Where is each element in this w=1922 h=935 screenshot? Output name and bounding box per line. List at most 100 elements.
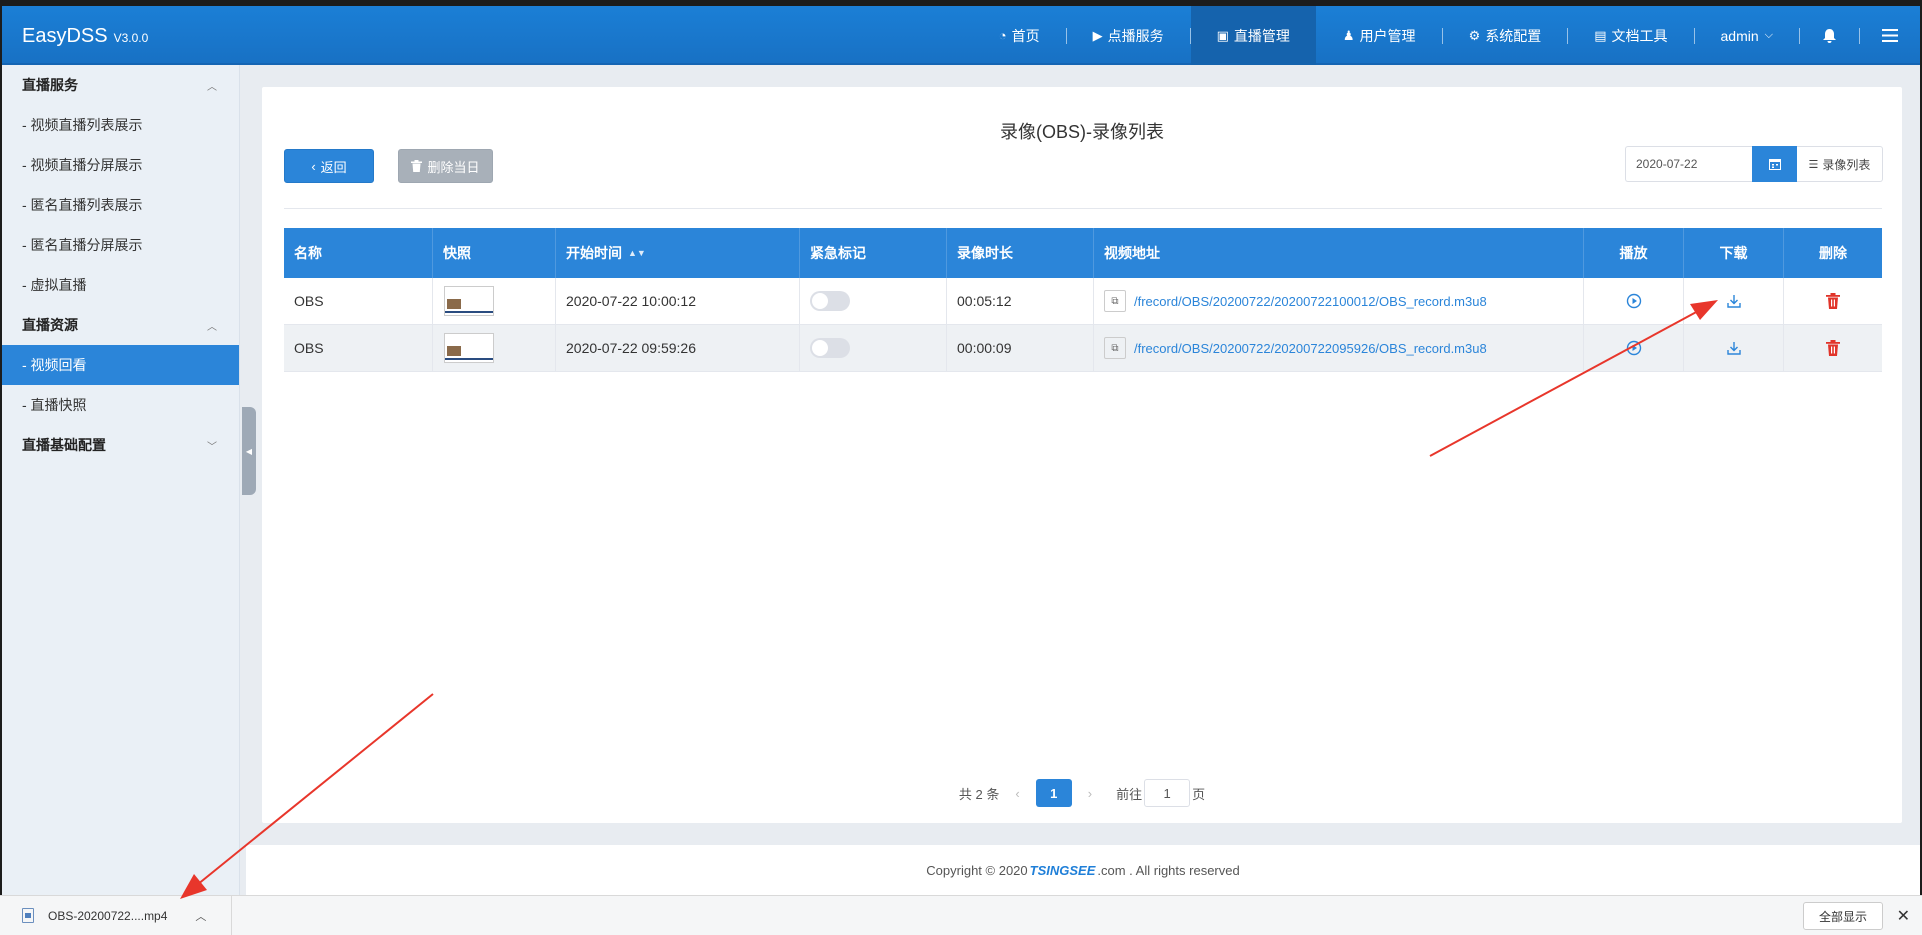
top-navbar: EasyDSS V3.0.0 ◔ 首页 ▶ 点播服务 ▣ 直播管理 ♟ 用户管理 [2,6,1920,65]
sidebar: 直播服务 ︿ - 视频直播列表展示 - 视频直播分屏展示 - 匿名直播列表展示 … [2,65,240,895]
tv-icon: ▣ [1216,27,1229,43]
next-page-icon[interactable]: › [1088,786,1092,801]
nav-item-live[interactable]: ▣ 直播管理 [1190,6,1316,65]
cell-urgent [800,325,947,371]
urgent-toggle[interactable] [810,338,850,358]
show-all-button[interactable]: 全部显示 [1803,902,1883,930]
calendar-button[interactable] [1752,146,1797,182]
pagination-goto: 前往 1 页 [1116,779,1205,807]
cell-delete [1784,325,1882,371]
nav-item-home[interactable]: ◔ 首页 [973,6,1066,65]
col-header-urgent: 紧急标记 [800,228,947,278]
download-bar: OBS-20200722....mp4 ︿ 全部显示 ✕ [0,895,1922,935]
col-header-name: 名称 [284,228,433,278]
sidebar-item-snapshots[interactable]: - 直播快照 [2,385,239,425]
back-button[interactable]: ‹ 返回 [284,149,374,183]
nav-label: 点播服务 [1107,27,1164,44]
chevron-up-icon[interactable]: ︿ [195,908,206,924]
footer-brand-logo[interactable]: TSINGSEE [1030,863,1096,878]
sidebar-group-label: 直播资源 [22,317,78,333]
urgent-toggle[interactable] [810,291,850,311]
nav-item-users[interactable]: ♟ 用户管理 [1317,6,1442,65]
trash-icon[interactable] [1826,340,1840,356]
footer: Copyright © 2020 TSINGSEE .com . All rig… [246,845,1920,895]
nav-menu: ◔ 首页 ▶ 点播服务 ▣ 直播管理 ♟ 用户管理 ⚙ 系统配置 ▤ 文档工具 … [973,6,1920,65]
book-icon: ▤ [1594,27,1607,43]
cell-start-time: 2020-07-22 09:59:26 [556,325,800,371]
goto-prefix: 前往 [1116,786,1143,802]
calendar-icon [1768,159,1781,170]
sidebar-item-playback[interactable]: - 视频回看 [2,345,239,385]
copy-icon[interactable]: ⧉ [1104,290,1126,312]
brand-version: V3.0.0 [113,31,149,45]
cell-url: ⧉ /frecord/OBS/20200722/20200722095926/O… [1094,325,1584,371]
cell-snapshot [433,325,556,371]
menu-toggle-button[interactable] [1860,6,1920,65]
sidebar-group-label: 直播基础配置 [22,437,106,453]
cell-download [1684,278,1784,324]
record-list-button[interactable]: ☰ 录像列表 [1797,146,1883,182]
cell-duration: 00:00:09 [947,325,1094,371]
divider [284,208,1882,209]
close-icon[interactable]: ✕ [1897,906,1910,926]
download-icon[interactable] [1726,293,1742,309]
sidebar-collapse-handle[interactable]: ◀ [242,407,256,495]
cell-url: ⧉ /frecord/OBS/20200722/20200722100012/O… [1094,278,1584,324]
pagination: 共 2 条 ‹ 1 › 前往 1 页 [262,779,1902,807]
notification-button[interactable] [1800,6,1859,65]
snapshot-thumbnail[interactable] [444,333,494,363]
nav-item-vod[interactable]: ▶ 点播服务 [1067,6,1190,65]
footer-prefix: Copyright © 2020 [926,862,1028,878]
col-header-play: 播放 [1584,228,1684,278]
nav-item-settings[interactable]: ⚙ 系统配置 [1443,6,1568,65]
page-number-current[interactable]: 1 [1035,779,1072,807]
snapshot-thumbnail[interactable] [444,286,494,316]
chevron-up-icon: ︿ [207,321,217,333]
play-circle-icon[interactable] [1626,293,1642,309]
sidebar-group-live-resources[interactable]: 直播资源 ︿ [2,305,239,345]
sidebar-group-label: 直播服务 [22,77,78,93]
prev-page-icon[interactable]: ‹ [1015,786,1019,801]
brand-logo[interactable]: EasyDSS V3.0.0 [22,25,148,48]
page-jump-input[interactable]: 1 [1144,779,1191,807]
col-header-url: 视频地址 [1094,228,1584,278]
delete-day-button[interactable]: 删除当日 [398,149,493,183]
cell-download [1684,325,1784,371]
col-header-duration: 录像时长 [947,228,1094,278]
sidebar-item-anon-list[interactable]: - 匿名直播列表展示 [2,185,239,225]
copy-icon[interactable]: ⧉ [1104,337,1126,359]
cell-duration: 00:05:12 [947,278,1094,324]
trash-icon[interactable] [1826,293,1840,309]
nav-item-docs[interactable]: ▤ 文档工具 [1568,6,1693,65]
cell-urgent [800,278,947,324]
video-url-link[interactable]: /frecord/OBS/20200722/20200722095926/OBS… [1134,341,1487,356]
download-item[interactable]: OBS-20200722....mp4 ︿ [0,895,232,935]
play-circle-icon[interactable] [1626,340,1642,356]
file-icon [22,908,34,923]
nav-label: 直播管理 [1233,27,1290,44]
col-header-snapshot: 快照 [433,228,556,278]
download-icon[interactable] [1726,340,1742,356]
nav-label: 文档工具 [1611,27,1668,44]
user-menu[interactable]: admin ⌵ [1695,6,1799,65]
record-list-label: 录像列表 [1822,157,1871,172]
video-url-link[interactable]: /frecord/OBS/20200722/20200722100012/OBS… [1134,294,1487,309]
chevron-left-icon: ‹ [311,158,316,174]
page-title: 录像(OBS)-录像列表 [1000,122,1164,142]
sidebar-group-live-service[interactable]: 直播服务 ︿ [2,65,239,105]
sidebar-item-live-split[interactable]: - 视频直播分屏展示 [2,145,239,185]
sidebar-item-live-list[interactable]: - 视频直播列表展示 [2,105,239,145]
col-header-start-time[interactable]: 开始时间 ▲▼ [556,228,800,278]
sidebar-item-virtual-live[interactable]: - 虚拟直播 [2,265,239,305]
sidebar-item-anon-split[interactable]: - 匿名直播分屏展示 [2,225,239,265]
cell-name: OBS [284,278,433,324]
nav-label: 系统配置 [1485,27,1542,44]
record-table: 名称 快照 开始时间 ▲▼ 紧急标记 录像时长 视频地址 播放 下载 删除 OB… [284,228,1882,372]
cell-snapshot [433,278,556,324]
user-name: admin [1720,27,1759,44]
sort-icon[interactable]: ▲▼ [628,248,646,258]
sidebar-group-live-config[interactable]: 直播基础配置 ﹀ [2,425,239,465]
goto-suffix: 页 [1192,786,1206,802]
date-picker-input[interactable]: 2020-07-22 [1625,146,1752,182]
bell-icon [1823,28,1836,43]
